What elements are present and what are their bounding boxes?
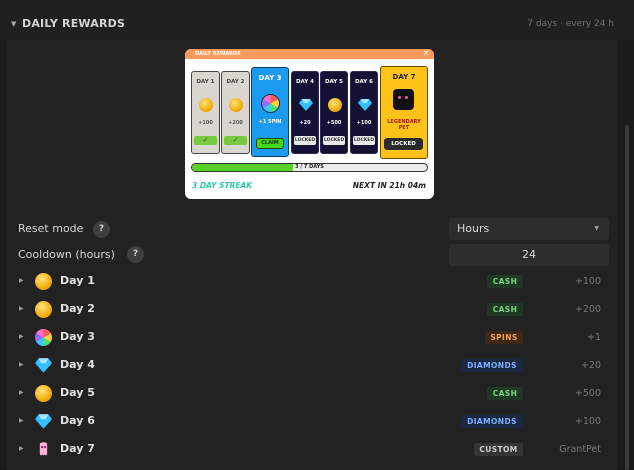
preview-day-amount: +100 xyxy=(356,120,372,126)
preview-day-amount: +1 SPIN xyxy=(258,119,282,125)
reward-value: +500 xyxy=(574,388,601,399)
coin-icon xyxy=(229,98,243,112)
reset-mode-help-icon[interactable]: ? xyxy=(93,221,110,238)
reset-mode-value: Hours xyxy=(457,222,490,235)
preview-day-card-legendary: DAY 7 LEGENDARY PET LOCKED xyxy=(380,66,428,159)
preview-day-card: DAY 1 +100 ✓ xyxy=(191,71,220,154)
reset-mode-label: Reset mode xyxy=(18,222,84,235)
preview-day-label: DAY 1 xyxy=(196,79,215,85)
preview-day-label: DAY 5 xyxy=(324,79,344,85)
preview-day-amount: +20 xyxy=(299,120,311,126)
coin-icon xyxy=(328,98,342,112)
claim-button[interactable]: CLAIM xyxy=(256,138,284,149)
preview-day-amount: +500 xyxy=(326,120,342,126)
collapse-chevron-icon[interactable]: ▼ xyxy=(11,20,16,28)
reward-type-badge: CASH xyxy=(487,275,523,288)
preview-day-label: DAY 3 xyxy=(258,74,282,82)
expand-chevron-icon[interactable]: ▶ xyxy=(19,361,24,368)
close-icon: × xyxy=(423,49,429,57)
streak-progress-bar: 3 / 7 DAYS xyxy=(191,163,428,172)
preview-day-label: DAY 7 xyxy=(392,73,416,81)
diamond-icon xyxy=(358,99,372,111)
preview-day-label: DAY 2 xyxy=(226,79,245,85)
locked-badge: LOCKED xyxy=(384,138,423,150)
day-name: Day 1 xyxy=(60,274,95,287)
reward-type-badge: DIAMONDS xyxy=(461,359,523,372)
expand-chevron-icon[interactable]: ▶ xyxy=(19,305,24,312)
spin-wheel-icon xyxy=(35,329,52,346)
day-name: Day 6 xyxy=(60,414,95,427)
day-row[interactable]: ▶ Day 2 CASH +200 xyxy=(0,297,634,323)
preview-title: DAILY REWARDS xyxy=(195,51,241,57)
pet-icon xyxy=(393,89,414,110)
reward-value: +20 xyxy=(580,360,601,371)
day-row[interactable]: ▶ Day 4 DIAMONDS +20 xyxy=(0,353,634,379)
expand-chevron-icon[interactable]: ▶ xyxy=(19,389,24,396)
section-header[interactable]: ▼ DAILY REWARDS 7 days · every 24 h xyxy=(0,0,634,40)
pet-icon xyxy=(35,441,52,458)
preview-day-label: DAY 6 xyxy=(354,79,374,85)
reward-type-badge: CUSTOM xyxy=(474,443,523,456)
preview-day-card: DAY 4 +20 LOCKED xyxy=(291,71,319,154)
preview-day-card: DAY 2 +200 ✓ xyxy=(221,71,250,154)
cooldown-input[interactable]: 24 xyxy=(449,244,609,266)
preview-day-card: DAY 5 +500 LOCKED xyxy=(320,71,348,154)
preview-day-amount: LEGENDARY PET xyxy=(387,119,421,131)
next-reward-timer: NEXT IN 21h 04m xyxy=(352,181,426,190)
diamond-icon xyxy=(35,357,52,374)
coin-icon xyxy=(199,98,213,112)
reward-type-badge: SPINS xyxy=(485,331,523,344)
coin-icon xyxy=(35,273,52,290)
preview-title-bar: DAILY REWARDS × xyxy=(185,49,434,59)
preview-day-amount: +200 xyxy=(228,120,243,126)
streak-text: 3 DAY STREAK xyxy=(192,181,253,190)
reward-value: +100 xyxy=(574,276,601,287)
spin-wheel-icon xyxy=(261,94,280,113)
progress-text: 3 / 7 DAYS xyxy=(295,164,324,170)
section-subtitle: 7 days · every 24 h xyxy=(527,19,614,29)
expand-chevron-icon[interactable]: ▶ xyxy=(19,277,24,284)
expand-chevron-icon[interactable]: ▶ xyxy=(19,445,24,452)
preview-day-card: DAY 6 +100 LOCKED xyxy=(350,71,378,154)
locked-badge: LOCKED xyxy=(353,136,375,145)
cooldown-help-icon[interactable]: ? xyxy=(127,246,144,263)
day-name: Day 7 xyxy=(60,442,95,455)
reward-value: +1 xyxy=(586,332,601,343)
expand-chevron-icon[interactable]: ▶ xyxy=(19,417,24,424)
day-name: Day 3 xyxy=(60,330,95,343)
day-row[interactable]: ▶ Day 1 CASH +100 xyxy=(0,269,634,295)
claimed-check-icon: ✓ xyxy=(224,136,247,145)
coin-icon xyxy=(35,301,52,318)
day-name: Day 2 xyxy=(60,302,95,315)
day-name: Day 5 xyxy=(60,386,95,399)
preview-day-amount: +100 xyxy=(198,120,213,126)
day-row[interactable]: ▶ Day 6 DIAMONDS +100 xyxy=(0,409,634,435)
preview-day-label: DAY 4 xyxy=(295,79,315,85)
day-row[interactable]: ▶ Day 3 SPINS +1 xyxy=(0,325,634,351)
preview-day-card-current: DAY 3 +1 SPIN CLAIM xyxy=(251,67,289,157)
coin-icon xyxy=(35,385,52,402)
reward-value: +200 xyxy=(574,304,601,315)
cooldown-label: Cooldown (hours) xyxy=(18,248,115,261)
locked-badge: LOCKED xyxy=(323,136,345,145)
day-name: Day 4 xyxy=(60,358,95,371)
section-title: DAILY REWARDS xyxy=(22,17,126,30)
diamond-icon xyxy=(299,99,313,111)
reward-type-badge: CASH xyxy=(487,387,523,400)
day-row[interactable]: ▶ Day 5 CASH +500 xyxy=(0,381,634,407)
diamond-icon xyxy=(35,413,52,430)
locked-badge: LOCKED xyxy=(294,136,316,145)
reset-mode-select[interactable]: Hours ▼ xyxy=(449,218,609,240)
reward-type-badge: DIAMONDS xyxy=(461,415,523,428)
claimed-check-icon: ✓ xyxy=(194,136,217,145)
reward-value: GrantPet xyxy=(559,444,601,455)
reward-value: +100 xyxy=(574,416,601,427)
expand-chevron-icon[interactable]: ▶ xyxy=(19,333,24,340)
day-row[interactable]: ▶ Day 7 CUSTOM GrantPet xyxy=(0,437,634,463)
chevron-down-icon: ▼ xyxy=(594,225,599,232)
reward-type-badge: CASH xyxy=(487,303,523,316)
